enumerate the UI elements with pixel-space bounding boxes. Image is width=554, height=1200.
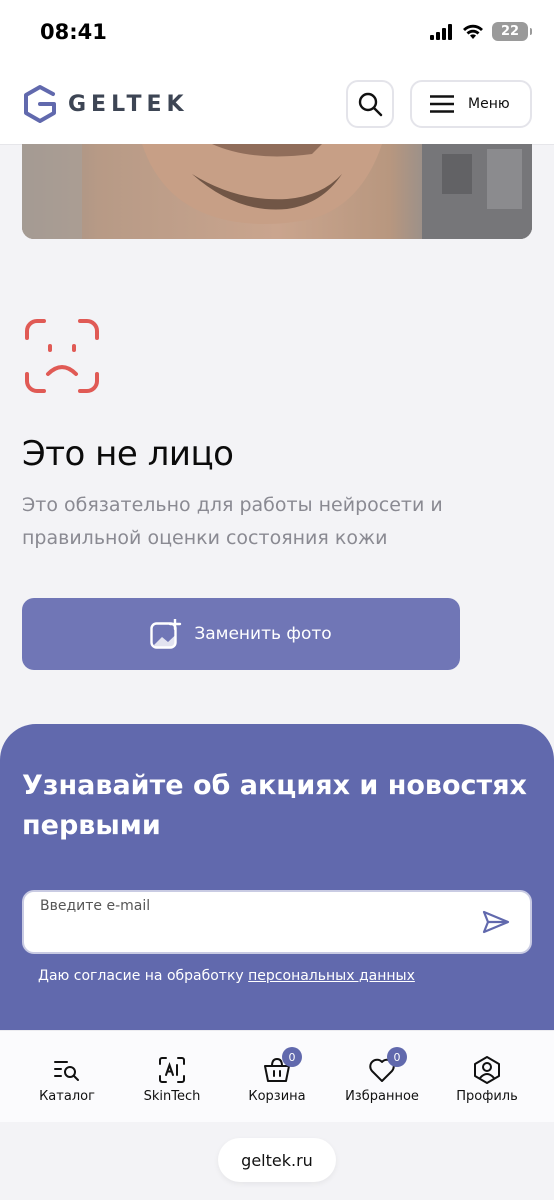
bottom-navigation: Каталог SkinTech 0 Корзина 0 Избранное П… (0, 1030, 554, 1122)
error-description: Это обязательно для работы нейросети и п… (22, 494, 443, 549)
personal-data-link[interactable]: персональных данных (248, 968, 415, 984)
error-title: Это не лицо (22, 434, 234, 474)
nav-catalog-label: Каталог (39, 1089, 95, 1104)
send-icon[interactable] (482, 910, 510, 934)
nav-skintech-label: SkinTech (143, 1089, 201, 1104)
battery-indicator: 22 (492, 22, 532, 41)
replace-photo-label: Заменить фото (194, 624, 332, 644)
search-icon (358, 92, 383, 117)
nav-cart-label: Корзина (248, 1089, 306, 1104)
user-icon (474, 1056, 500, 1084)
cellular-signal-icon (430, 23, 452, 40)
menu-label: Меню (468, 96, 510, 112)
sad-face-icon (25, 319, 99, 393)
favorites-badge: 0 (387, 1047, 407, 1067)
consent-text: Даю согласие на обработку персональных д… (38, 968, 415, 984)
photo-image (22, 144, 532, 239)
url-bar[interactable]: geltek.ru (218, 1138, 336, 1182)
nav-favorites-label: Избранное (345, 1089, 419, 1104)
nav-profile-label: Профиль (456, 1089, 518, 1104)
logo-text: GELTEK (68, 91, 189, 117)
replace-photo-button[interactable]: Заменить фото (22, 598, 460, 670)
status-time: 08:41 (40, 20, 107, 44)
ai-scan-icon (159, 1057, 185, 1083)
newsletter-title: Узнавайте об акциях и новостях первыми (22, 770, 527, 841)
nav-favorites[interactable]: 0 Избранное (327, 1047, 437, 1104)
add-image-icon (150, 619, 182, 649)
site-header: GELTEK Меню (0, 68, 554, 144)
nav-skintech[interactable]: SkinTech (117, 1055, 227, 1104)
nav-cart[interactable]: 0 Корзина (222, 1047, 332, 1104)
status-bar: 08:41 22 (0, 0, 554, 68)
consent-prefix: Даю согласие на обработку (38, 968, 249, 984)
uploaded-photo (22, 144, 532, 239)
browser-url-area: geltek.ru (0, 1122, 554, 1200)
catalog-search-icon (54, 1061, 79, 1081)
search-button[interactable] (346, 80, 394, 128)
email-field[interactable]: Введите e-mail (22, 890, 532, 954)
hamburger-icon (430, 95, 454, 113)
nav-catalog[interactable]: Каталог (12, 1055, 122, 1104)
email-placeholder: Введите e-mail (40, 898, 151, 914)
nav-profile[interactable]: Профиль (432, 1055, 542, 1104)
geltek-logo-icon (24, 85, 56, 123)
cart-badge: 0 (282, 1047, 302, 1067)
geltek-logo[interactable]: GELTEK (22, 84, 189, 124)
wifi-icon (463, 24, 483, 39)
newsletter-section: Узнавайте об акциях и новостях первыми В… (0, 724, 554, 1044)
status-icons: 22 (430, 22, 532, 41)
menu-button[interactable]: Меню (410, 80, 532, 128)
